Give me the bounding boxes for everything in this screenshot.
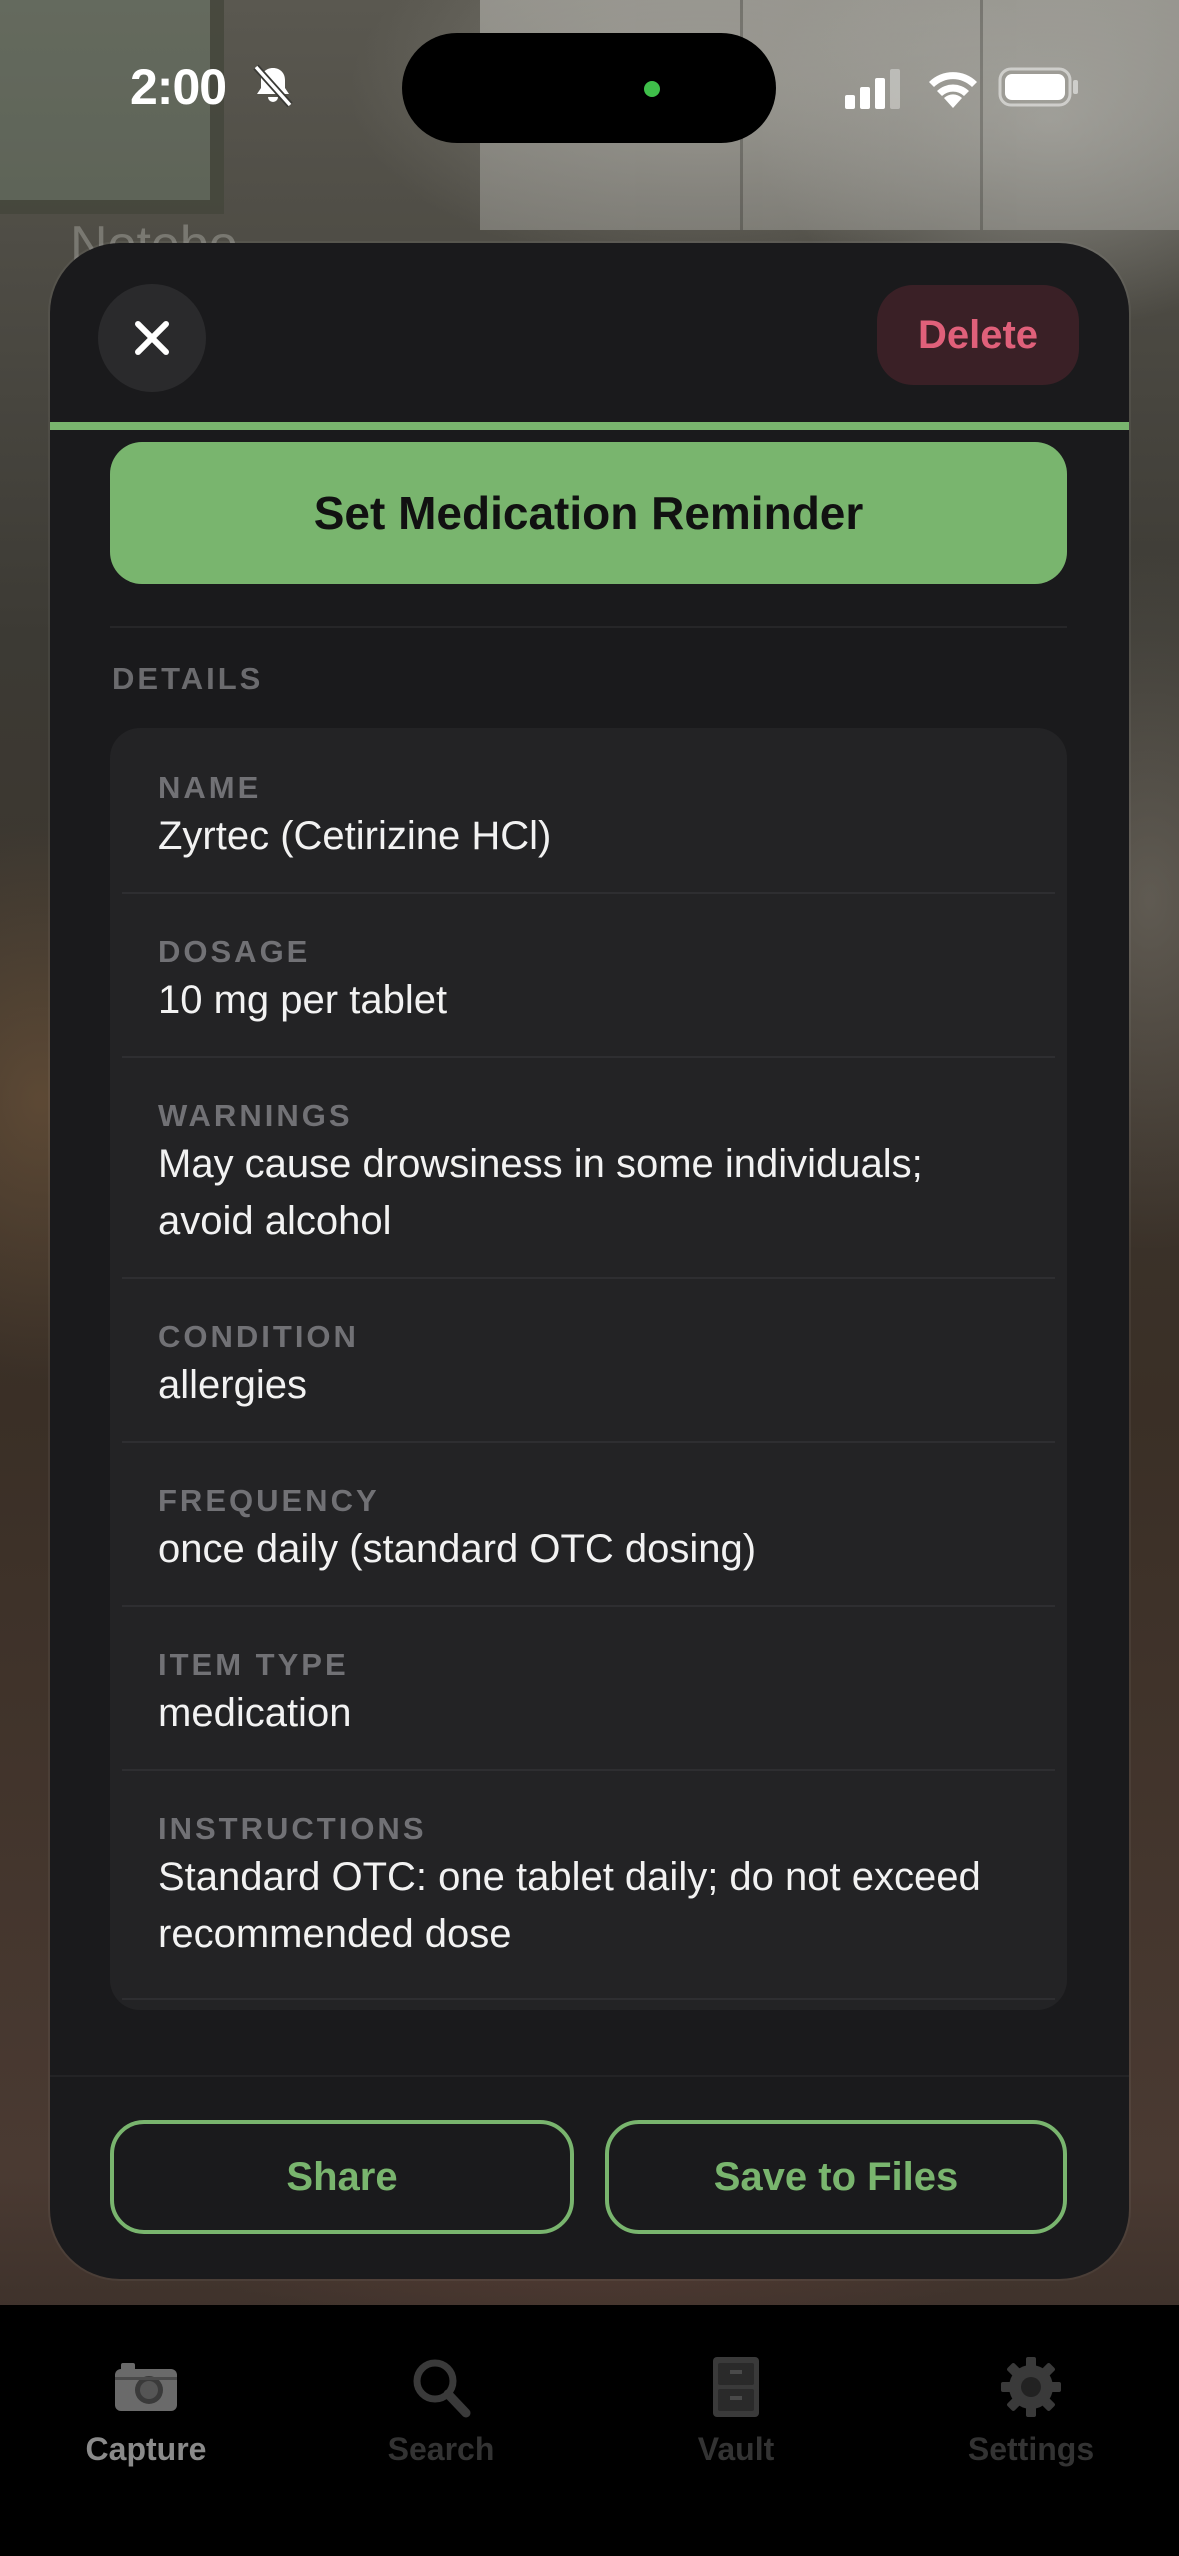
tab-settings[interactable]: Settings xyxy=(921,2355,1141,2468)
detail-value: May cause drowsiness in some individuals… xyxy=(158,1142,923,1243)
detail-row-instructions: INSTRUCTIONS Standard OTC: one tablet da… xyxy=(122,1771,1055,2000)
detail-label: CONDITION xyxy=(158,1319,359,1354)
close-icon xyxy=(135,321,169,355)
detail-value: 10 mg per tablet xyxy=(158,978,448,1022)
cabinet-icon xyxy=(713,2357,759,2417)
tab-label: Settings xyxy=(967,2431,1095,2467)
battery-icon xyxy=(998,67,1078,107)
bell-slash-icon xyxy=(253,64,293,108)
progress-accent-line xyxy=(50,422,1129,430)
detail-row-condition: CONDITION allergies xyxy=(122,1279,1055,1443)
camera-icon xyxy=(115,2363,177,2411)
detail-value: once daily (standard OTC dosing) xyxy=(158,1527,757,1571)
share-button[interactable]: Share xyxy=(110,2120,574,2234)
status-time: 2:00 xyxy=(130,59,227,115)
gear-icon xyxy=(1001,2357,1061,2417)
detail-row-warnings: WARNINGS May cause drowsiness in some in… xyxy=(122,1058,1055,1279)
cellular-signal-icon xyxy=(845,69,900,109)
detail-value: medication xyxy=(158,1691,352,1735)
detail-row-dosage: DOSAGE 10 mg per tablet xyxy=(122,894,1055,1058)
detail-label: NAME xyxy=(158,770,262,805)
tab-vault[interactable]: Vault xyxy=(626,2355,846,2468)
detail-row-item-type: ITEM TYPE medication xyxy=(122,1607,1055,1771)
divider xyxy=(50,2075,1129,2077)
camera-indicator-dot xyxy=(644,81,660,97)
detail-label: WARNINGS xyxy=(158,1098,353,1133)
detail-label: ITEM TYPE xyxy=(158,1647,349,1682)
detail-value: Zyrtec (Cetirizine HCl) xyxy=(158,814,552,858)
tab-label: Capture xyxy=(85,2431,207,2467)
detail-label: DOSAGE xyxy=(158,934,311,969)
close-button[interactable] xyxy=(98,284,206,392)
delete-button[interactable]: Delete xyxy=(877,285,1079,385)
detail-row-frequency: FREQUENCY once daily (standard OTC dosin… xyxy=(122,1443,1055,1607)
detail-value: allergies xyxy=(158,1363,307,1407)
tab-capture[interactable]: Capture xyxy=(36,2355,256,2468)
tab-label: Search xyxy=(387,2431,495,2467)
tab-label: Vault xyxy=(697,2431,775,2467)
detail-value: Standard OTC: one tablet daily; do not e… xyxy=(158,1855,981,1956)
detail-label: FREQUENCY xyxy=(158,1483,380,1518)
tab-search[interactable]: Search xyxy=(331,2355,551,2468)
set-medication-reminder-button[interactable]: Set Medication Reminder xyxy=(110,442,1067,584)
wifi-icon xyxy=(929,72,977,108)
details-card: NAME Zyrtec (Cetirizine HCl) DOSAGE 10 m… xyxy=(110,728,1067,2010)
details-heading: DETAILS xyxy=(112,661,264,696)
divider xyxy=(110,626,1067,628)
tab-bar: Capture Search Vault Settings xyxy=(0,2305,1179,2556)
save-to-files-button[interactable]: Save to Files xyxy=(605,2120,1067,2234)
dynamic-island xyxy=(402,33,776,143)
detail-label: INSTRUCTIONS xyxy=(158,1811,427,1846)
search-icon xyxy=(413,2359,471,2418)
item-detail-sheet: Delete Set Medication Reminder DETAILS N… xyxy=(50,243,1129,2279)
detail-row-name: NAME Zyrtec (Cetirizine HCl) xyxy=(122,728,1055,894)
